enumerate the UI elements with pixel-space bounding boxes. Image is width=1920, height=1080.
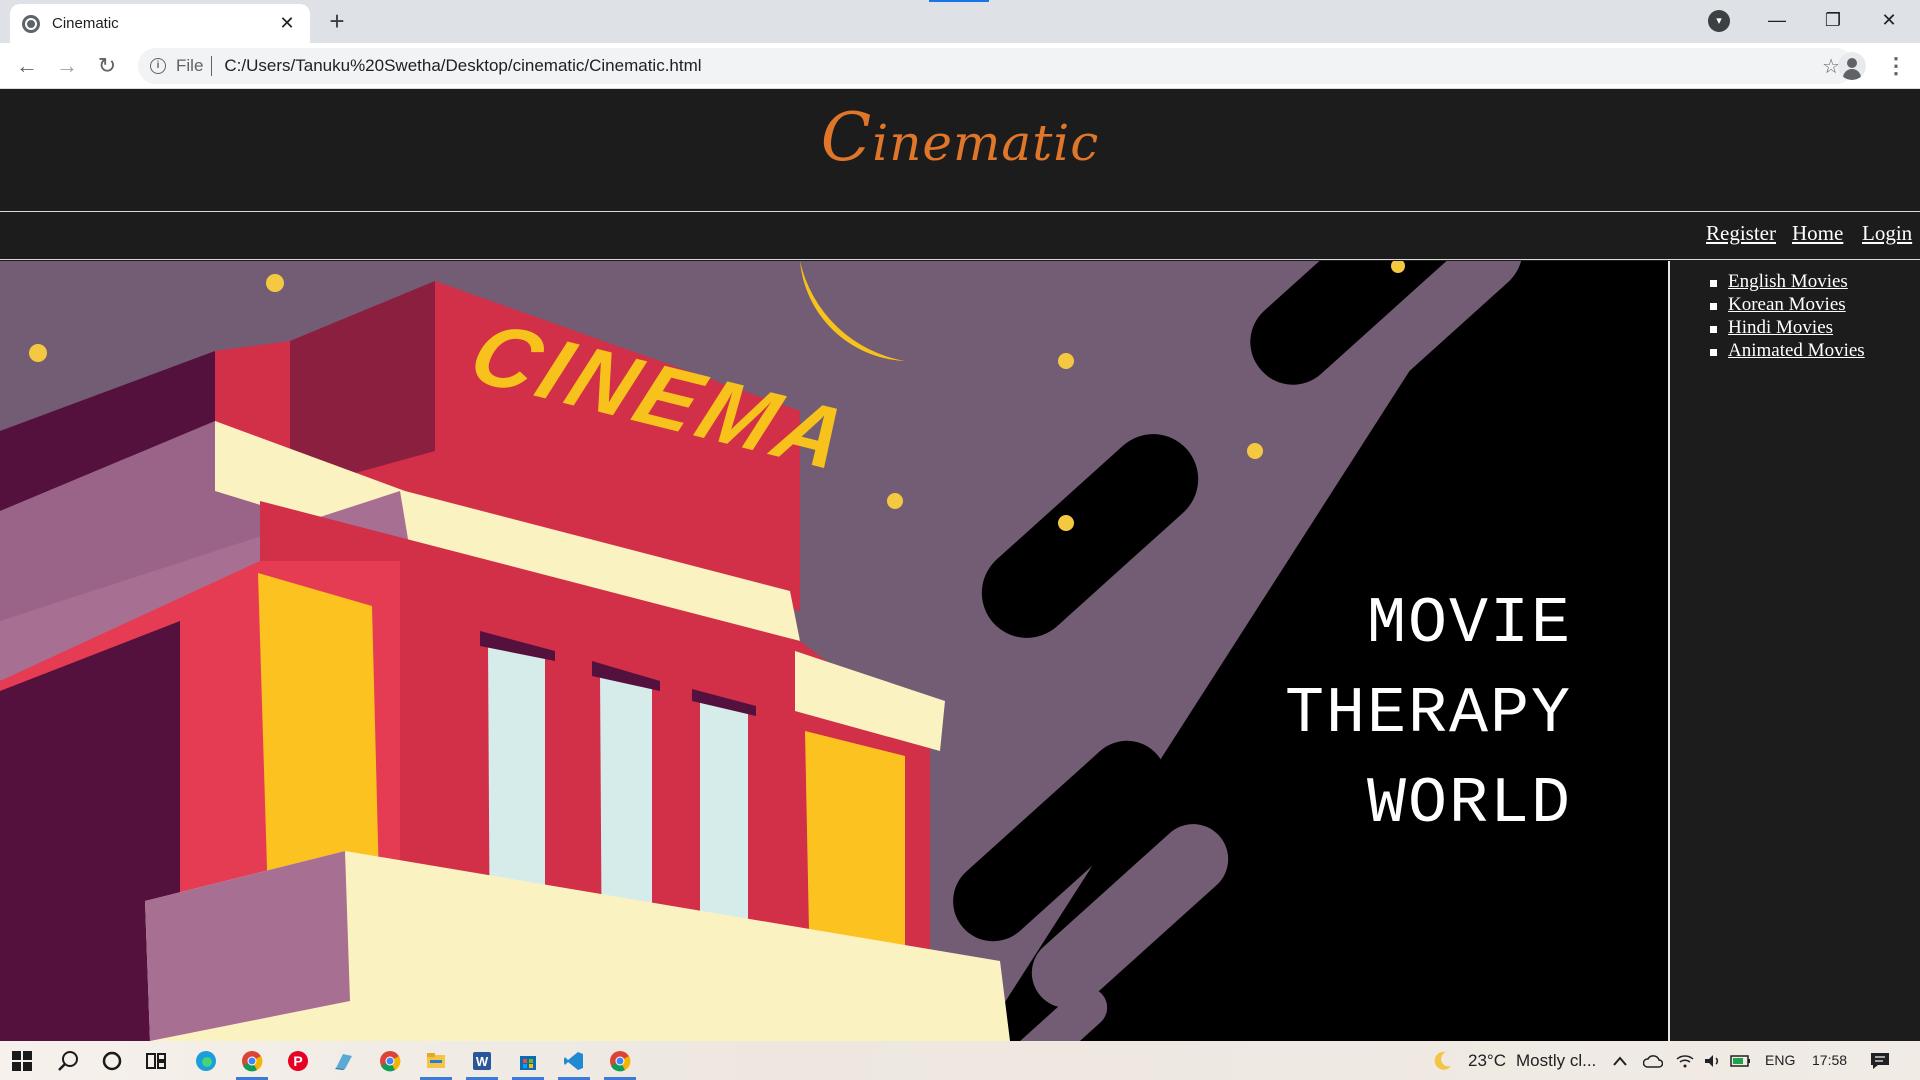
hero-tagline: MOVIE THERAPY WORLD — [1285, 579, 1572, 849]
site-header: Cinematic — [0, 89, 1920, 212]
start-icon[interactable] — [0, 1041, 44, 1080]
language-indicator[interactable]: ENG — [1765, 1041, 1795, 1080]
weather-moon-icon[interactable] — [1420, 1041, 1464, 1080]
chrome-profile-icon[interactable] — [368, 1041, 412, 1080]
battery-icon[interactable] — [1726, 1041, 1756, 1080]
category-item: Animated Movies — [1708, 340, 1920, 363]
browser-tab[interactable]: Cinematic ✕ — [10, 4, 310, 43]
word-icon[interactable]: W — [460, 1041, 504, 1080]
wifi-icon[interactable] — [1670, 1041, 1700, 1080]
close-tab-icon[interactable]: ✕ — [276, 13, 298, 34]
search-icon[interactable] — [46, 1041, 90, 1080]
forward-icon[interactable]: → — [52, 51, 82, 81]
minimize-button[interactable]: — — [1750, 4, 1804, 36]
show-hidden-icons-icon[interactable] — [1602, 1041, 1638, 1080]
scheme-label: File — [176, 56, 204, 75]
volume-icon[interactable] — [1698, 1041, 1728, 1080]
category-item: Hindi Movies — [1708, 317, 1920, 340]
web-page: Cinematic Register Home Login CINEMA MOV… — [0, 89, 1920, 1041]
profile-avatar-icon[interactable] — [1838, 52, 1866, 80]
tab-indicator — [929, 0, 989, 2]
edge-icon[interactable] — [184, 1041, 228, 1080]
info-icon[interactable]: i — [150, 58, 166, 74]
category-sidebar: English Movies Korean Movies Hindi Movie… — [1670, 261, 1920, 1041]
file-explorer-icon[interactable] — [414, 1041, 458, 1080]
category-list: English Movies Korean Movies Hindi Movie… — [1670, 261, 1920, 363]
top-nav: Register Home Login — [0, 213, 1920, 260]
reload-icon[interactable]: ↻ — [92, 51, 122, 81]
app-icon[interactable] — [322, 1041, 366, 1080]
onedrive-icon[interactable] — [1638, 1041, 1668, 1080]
hero-banner: CINEMA MOVIE THERAPY WORLD — [0, 261, 1668, 1041]
vscode-icon[interactable] — [552, 1041, 596, 1080]
category-item: Korean Movies — [1708, 294, 1920, 317]
tab-search-icon[interactable]: ▾ — [1708, 10, 1730, 32]
back-icon[interactable]: ← — [12, 51, 42, 81]
hindi-movies-link[interactable]: Hindi Movies — [1728, 317, 1833, 338]
svg-text:P: P — [293, 1053, 302, 1069]
site-logo[interactable]: Cinematic — [0, 99, 1920, 176]
svg-text:W: W — [476, 1054, 489, 1069]
weather-text[interactable]: Mostly cl... — [1516, 1041, 1596, 1080]
restore-button[interactable]: ❐ — [1806, 4, 1860, 36]
omnibox-separator — [211, 56, 213, 76]
animated-movies-link[interactable]: Animated Movies — [1728, 340, 1865, 361]
window-close-button[interactable]: ✕ — [1862, 4, 1916, 36]
windows-taskbar: P W 23°C Mostly cl... ENG 17:58 — [0, 1041, 1920, 1080]
browser-menu-icon[interactable]: ⋮ — [1885, 52, 1907, 80]
pinterest-icon[interactable]: P — [276, 1041, 320, 1080]
hero-line-1: MOVIE — [1366, 587, 1572, 661]
new-tab-button[interactable]: + — [322, 6, 352, 36]
category-item: English Movies — [1708, 271, 1920, 294]
url-text[interactable]: C:/Users/Tanuku%20Swetha/Desktop/cinemat… — [224, 56, 701, 76]
cortana-icon[interactable] — [90, 1041, 134, 1080]
address-bar[interactable]: i File C:/Users/Tanuku%20Swetha/Desktop/… — [138, 48, 1854, 84]
notification-icon[interactable] — [1860, 1041, 1900, 1080]
nav-login-link[interactable]: Login — [1862, 221, 1912, 246]
browser-toolbar: ← → ↻ i File C:/Users/Tanuku%20Swetha/De… — [0, 43, 1920, 89]
english-movies-link[interactable]: English Movies — [1728, 271, 1848, 292]
hero-line-3: WORLD — [1366, 767, 1572, 841]
weather-temp[interactable]: 23°C — [1468, 1041, 1506, 1080]
task-view-icon[interactable] — [134, 1041, 178, 1080]
chrome-icon[interactable] — [230, 1041, 274, 1080]
nav-home-link[interactable]: Home — [1792, 221, 1843, 246]
nav-register-link[interactable]: Register — [1706, 221, 1776, 246]
korean-movies-link[interactable]: Korean Movies — [1728, 294, 1846, 315]
globe-icon — [22, 14, 40, 33]
hero-line-2: THERAPY — [1284, 677, 1572, 751]
tab-title: Cinematic — [52, 15, 119, 32]
browser-tab-bar: Cinematic ✕ + ▾ — ❐ ✕ — [0, 0, 1920, 43]
store-icon[interactable] — [506, 1041, 550, 1080]
chrome-active-icon[interactable] — [598, 1041, 642, 1080]
clock-time[interactable]: 17:58 — [1812, 1041, 1847, 1080]
